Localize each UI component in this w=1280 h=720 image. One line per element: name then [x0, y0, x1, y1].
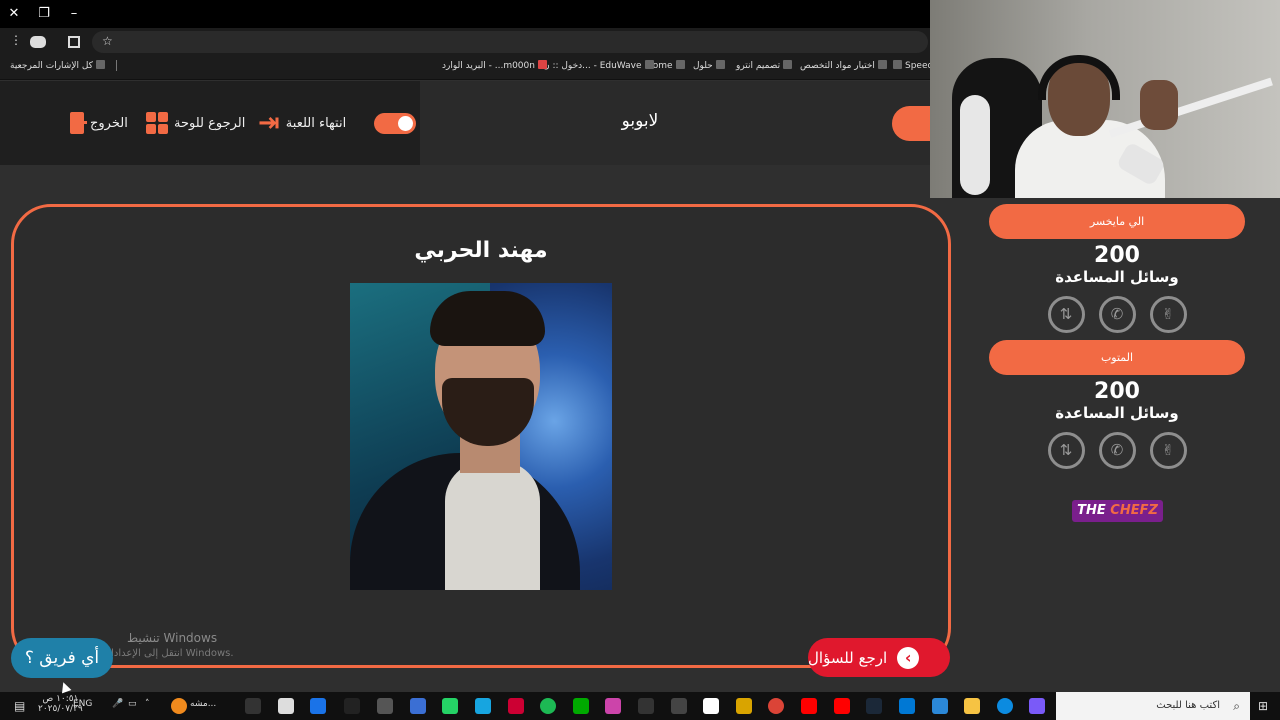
team-score: 200 [1094, 379, 1140, 404]
search-icon: ⌕ [1233, 699, 1240, 713]
exit-button[interactable]: الخروج [70, 110, 128, 136]
which-team-button[interactable]: أي فريق ؟ [11, 638, 113, 678]
window-icon[interactable] [278, 698, 294, 714]
back-to-board-label: الرجوع للوحة [174, 115, 246, 131]
taskbar-app-label[interactable]: مشه... [190, 699, 216, 709]
mail-icon [537, 60, 547, 69]
mic-icon[interactable]: 🎤 [112, 699, 123, 709]
aids-row: ⇅ ✆ ✌ [989, 432, 1245, 469]
settings-toggle[interactable] [374, 113, 416, 134]
bookmark-icon [715, 60, 725, 69]
peace-icon[interactable]: ✌ [1149, 296, 1187, 333]
app-icon[interactable] [736, 698, 752, 714]
game-title: لابوبو [621, 111, 659, 131]
app-icon[interactable] [671, 698, 687, 714]
play-icon[interactable] [573, 698, 589, 714]
notifications-icon[interactable]: ▤ [14, 699, 25, 713]
speed-icon[interactable] [344, 698, 360, 714]
team-panel-1: الي مايخسر 200 وسائل المساعدة ⇅ ✆ ✌ [989, 204, 1245, 333]
bookmark-icon [877, 60, 887, 69]
network-icon[interactable]: ▭ [128, 699, 137, 709]
bookmark-icon [675, 60, 685, 69]
epic-games-icon[interactable] [245, 698, 261, 714]
end-game-label: انتهاء اللعبة [285, 115, 347, 131]
folder-icon [95, 60, 105, 69]
minimize-icon[interactable]: – [64, 4, 84, 24]
app-icon[interactable] [703, 698, 719, 714]
app-icon[interactable] [377, 698, 393, 714]
windows-taskbar: ▤ ١٠:٥١ ص ٢٠٢٥/٠٧/٢٩ ENG 🎤 ▭ ˄ مشه... اك… [0, 692, 1280, 720]
close-icon[interactable]: ✕ [4, 4, 24, 24]
language-indicator[interactable]: ENG [73, 699, 92, 709]
star-icon[interactable]: ☆ [102, 34, 113, 48]
call-switch-icon[interactable]: ⇅ [1047, 296, 1085, 333]
bookmark-subjects[interactable]: اختيار مواد التخصص [800, 60, 890, 71]
restore-icon[interactable]: ❐ [34, 4, 54, 24]
back-to-question-label: ارجع للسؤال [808, 648, 888, 667]
aids-label: وسائل المساعدة [1055, 404, 1179, 422]
aids-label: وسائل المساعدة [1055, 268, 1179, 286]
edge-icon[interactable] [997, 698, 1013, 714]
app-icon[interactable] [638, 698, 654, 714]
steam-icon[interactable] [866, 698, 882, 714]
phone-icon[interactable]: ✆ [1098, 296, 1136, 333]
address-bar[interactable]: ☆ [92, 31, 928, 53]
app-icon[interactable] [475, 698, 491, 714]
copilot-icon[interactable] [1029, 698, 1045, 714]
youtube-icon[interactable] [834, 698, 850, 714]
firefox-icon[interactable] [171, 698, 187, 714]
incognito-icon[interactable] [30, 36, 46, 48]
team-name: الي مايخسر [989, 204, 1245, 239]
extensions-icon[interactable] [68, 36, 80, 48]
telegram-icon[interactable] [310, 698, 326, 714]
windows-start-icon[interactable]: ⊞ [1258, 699, 1268, 713]
gear-icon [398, 116, 413, 131]
store-icon[interactable] [932, 698, 948, 714]
spotify-icon[interactable] [540, 698, 556, 714]
bookmark-icon [644, 60, 654, 69]
menu-icon[interactable]: ⋮ [10, 33, 22, 47]
answer-name: مهند الحربي [414, 238, 548, 263]
search-input[interactable]: اكتب هنا للبحث ⌕ [1056, 692, 1250, 720]
app-icon[interactable] [605, 698, 621, 714]
exit-label: الخروج [90, 115, 128, 131]
team-name: المتوب [989, 340, 1245, 375]
aids-row: ⇅ ✆ ✌ [989, 296, 1245, 333]
team-score: 200 [1094, 243, 1140, 268]
bookmark-solutions[interactable]: حلول [693, 60, 728, 71]
chevron-up-icon[interactable]: ˄ [145, 699, 150, 709]
all-bookmarks[interactable]: كل الإشارات المرجعية [10, 60, 117, 71]
screen: ✕ ❐ – ⋮ ☆ Speedtest اختيار مواد التخصص ت… [0, 0, 1280, 720]
phone-icon[interactable]: ✆ [1098, 432, 1136, 469]
game-header [0, 81, 930, 165]
bookmark-intro[interactable]: تصميم انترو [736, 60, 795, 71]
bookmark-eduwave[interactable]: دخول :: ن... - EduWave [543, 60, 657, 71]
bookmark-icon [783, 60, 793, 69]
app-icon[interactable] [410, 698, 426, 714]
bookmark-icon [893, 60, 902, 69]
chrome-icon[interactable] [768, 698, 784, 714]
peace-icon[interactable]: ✌ [1149, 432, 1187, 469]
grid-icon [146, 112, 168, 134]
team-panel-2: المتوب 200 وسائل المساعدة ⇅ ✆ ✌ [989, 340, 1245, 469]
answer-photo [350, 283, 612, 590]
sponsor-logo: THE CHEFZ [1072, 500, 1163, 522]
whatsapp-icon[interactable] [442, 698, 458, 714]
arrow-right-icon: ⇥ [258, 108, 280, 138]
webcam-overlay [930, 0, 1280, 198]
folder-icon[interactable] [964, 698, 980, 714]
exit-icon [70, 112, 87, 134]
end-game-button[interactable]: ⇥ انتهاء اللعبة [258, 110, 346, 136]
youtube-icon[interactable] [801, 698, 817, 714]
back-to-question-button[interactable]: ‹ ارجع للسؤال [808, 638, 950, 677]
call-switch-icon[interactable]: ⇅ [1047, 432, 1085, 469]
bookmark-mail[interactable]: البريد الوارد - ...m000n [442, 60, 550, 71]
app-icon[interactable] [508, 698, 524, 714]
activation-watermark-title: تنشيط Windows [127, 631, 218, 645]
mail-icon[interactable] [899, 698, 915, 714]
chevron-left-icon: ‹ [897, 646, 920, 669]
back-to-board-button[interactable]: الرجوع للوحة [146, 110, 245, 136]
